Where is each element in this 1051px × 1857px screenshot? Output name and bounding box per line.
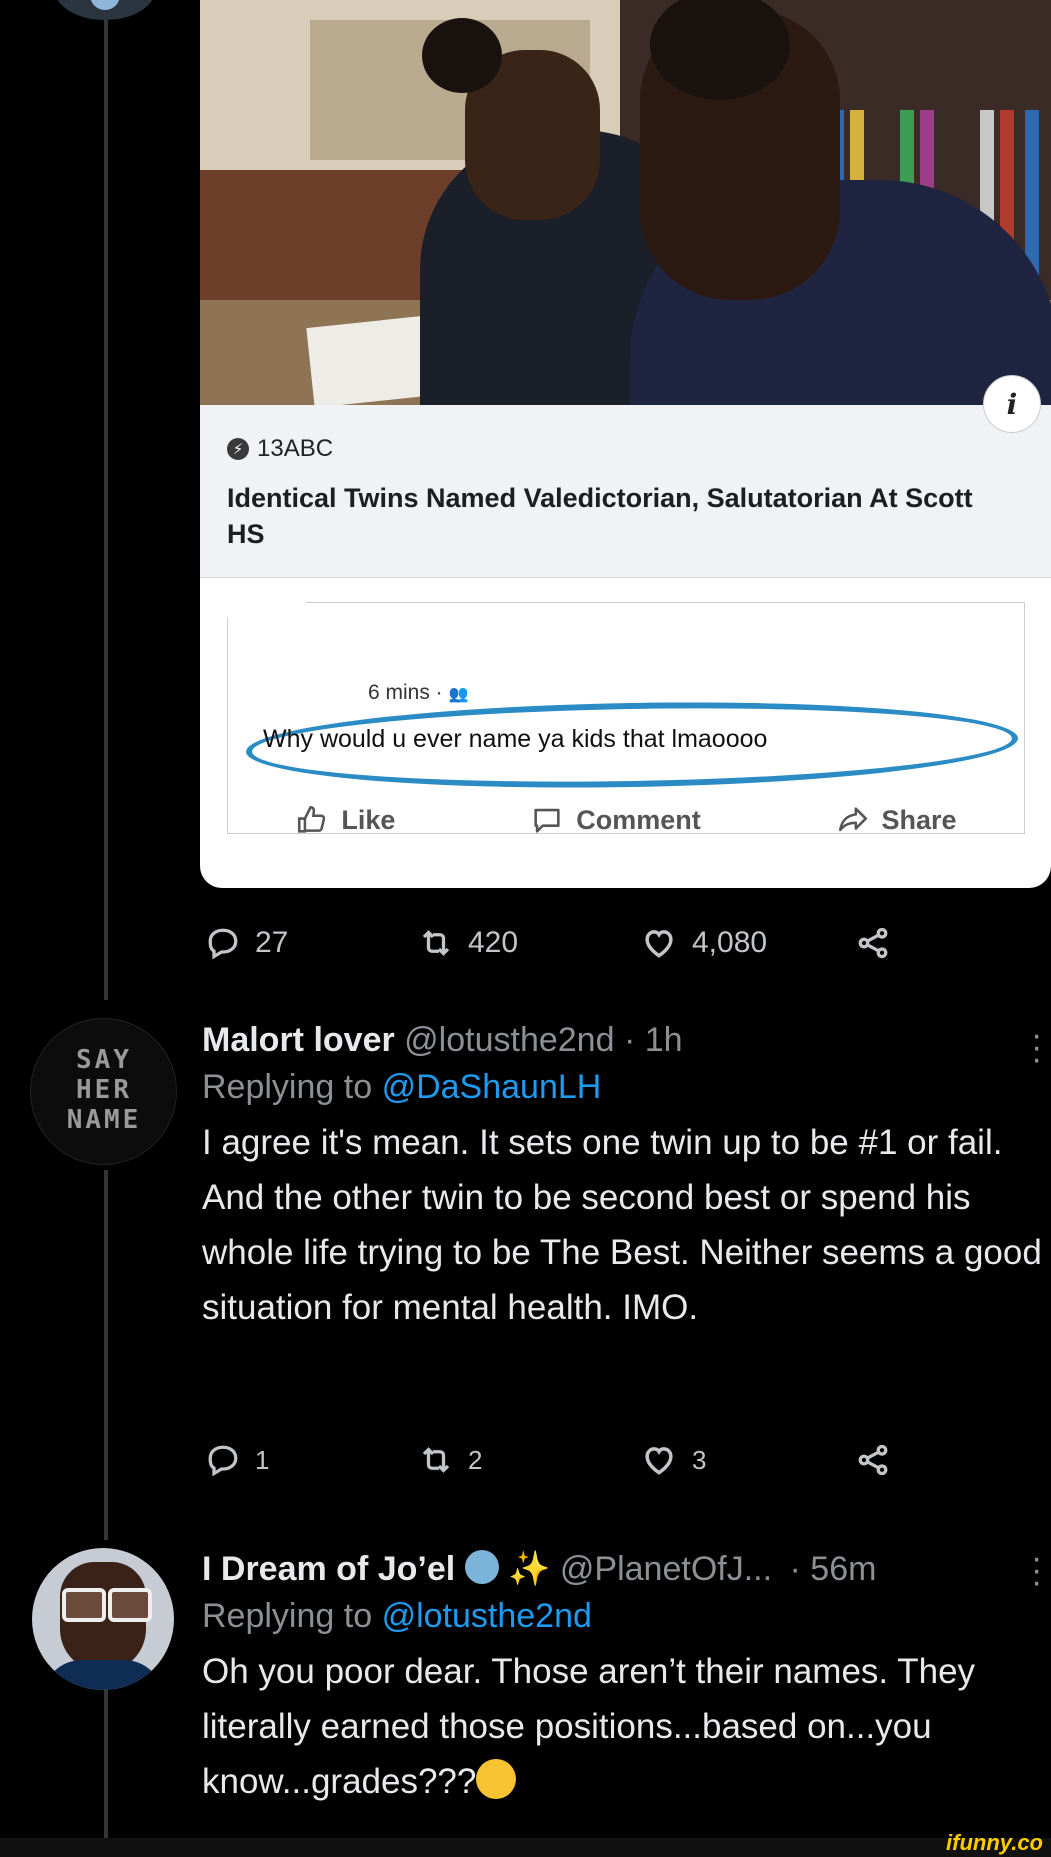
reply-icon — [208, 1445, 238, 1477]
friends-icon: 👥 — [448, 686, 469, 703]
heart-icon — [645, 930, 673, 958]
tweet-time[interactable]: · 1h — [624, 1021, 683, 1059]
embedded-screenshot-card[interactable]: i ⚡ 13ABC Identical Twins Named Valedict… — [200, 0, 1051, 888]
genie-emoji — [464, 1550, 499, 1584]
ifunny-watermark: ifunny.co — [946, 1830, 1043, 1855]
retweet-button[interactable]: 420 — [418, 925, 518, 961]
facebook-comment: 6 mins · 👥 Why would u ever name ya kids… — [226, 601, 1025, 837]
tweet-text-content: Oh you poor dear. Those aren’t their nam… — [202, 1652, 976, 1801]
share-button[interactable] — [855, 1442, 891, 1478]
original-tweet-actions: 27 420 4,080 — [200, 918, 920, 968]
share-button[interactable]: Share — [836, 803, 957, 837]
thread-line-middle — [104, 1170, 108, 1540]
user-handle[interactable]: @PlanetOfJ... — [560, 1550, 772, 1588]
lightning-icon: ⚡ — [227, 438, 249, 460]
share-icon — [858, 927, 888, 959]
news-source-label: 13ABC — [257, 435, 334, 462]
comment-text: Why would u ever name ya kids that lmaoo… — [263, 725, 768, 753]
replying-to: Replying to @DaShaunLH — [202, 1061, 1051, 1113]
reply-tweet[interactable]: I Dream of Jo’el ✨ @PlanetOfJ... · 56m ·… — [202, 1541, 1051, 1809]
user-handle[interactable]: @lotusthe2nd — [404, 1021, 614, 1059]
reply-count: 1 — [255, 1444, 270, 1475]
news-headline[interactable]: Identical Twins Named Valedictorian, Sal… — [227, 480, 1007, 552]
tweet-text: Oh you poor dear. Those aren’t their nam… — [202, 1644, 1051, 1809]
reply-icon — [208, 928, 238, 960]
reply-button[interactable]: 27 — [205, 925, 288, 961]
retweet-icon — [422, 930, 450, 956]
replying-to-link[interactable]: @DaShaunLH — [382, 1068, 602, 1106]
heart-icon — [645, 1447, 673, 1475]
news-meta[interactable]: ⚡ 13ABC Identical Twins Named Valedictor… — [200, 405, 1051, 578]
news-photo — [200, 0, 1051, 405]
news-source: ⚡ 13ABC — [227, 435, 333, 463]
comment-label: Comment — [576, 804, 701, 835]
retweet-count: 420 — [468, 926, 519, 959]
like-count: 3 — [692, 1444, 707, 1475]
like-button[interactable]: Like — [295, 803, 395, 837]
replying-prefix: Replying to — [202, 1597, 373, 1635]
replying-to-link[interactable]: @lotusthe2nd — [382, 1597, 592, 1635]
share-button[interactable] — [855, 925, 891, 961]
more-options-icon[interactable]: · · · — [1031, 1541, 1042, 1599]
like-button[interactable]: 4,080 — [640, 924, 767, 962]
share-label: Share — [881, 804, 957, 835]
reply-tweet[interactable]: Malort lover @lotusthe2nd · 1h · · · Reply… — [202, 1018, 1051, 1335]
replying-to: Replying to @lotusthe2nd — [202, 1590, 1051, 1642]
reply-count: 27 — [255, 926, 289, 959]
like-count: 4,080 — [692, 926, 768, 959]
thumbs-up-icon — [298, 805, 326, 833]
display-name[interactable]: I Dream of Jo’el — [202, 1550, 455, 1588]
retweet-count: 2 — [468, 1444, 483, 1475]
tweet-header: I Dream of Jo’el ✨ @PlanetOfJ... · 56m — [202, 1548, 1051, 1590]
comment-time: 6 mins · 👥 — [368, 681, 469, 704]
facebook-action-bar: Like Comment Share — [228, 803, 1024, 837]
comment-icon — [534, 808, 560, 833]
reply-button[interactable]: 1 — [205, 1442, 269, 1478]
like-label: Like — [341, 804, 396, 835]
more-options-icon[interactable]: · · · — [1031, 1018, 1042, 1076]
share-icon — [858, 1444, 888, 1476]
info-button[interactable]: i — [983, 375, 1041, 433]
woozy-face-emoji — [476, 1759, 517, 1799]
avatar-text: SAY HER NAME — [66, 1045, 142, 1135]
comment-button[interactable]: Comment — [530, 803, 701, 837]
avatar[interactable] — [32, 1548, 174, 1690]
like-button[interactable]: 3 — [640, 1441, 706, 1479]
original-tweet-avatar[interactable] — [55, 0, 155, 20]
tweet-time[interactable]: · 56m — [790, 1550, 877, 1588]
replying-prefix: Replying to — [202, 1068, 373, 1106]
tweet-header: Malort lover @lotusthe2nd · 1h — [202, 1019, 1051, 1061]
share-arrow-icon — [838, 807, 867, 832]
thread-line-top — [104, 0, 108, 1000]
display-name[interactable]: Malort lover — [202, 1021, 395, 1059]
retweet-button[interactable]: 2 — [418, 1442, 482, 1478]
retweet-icon — [422, 1447, 450, 1473]
tweet-text: I agree it's mean. It sets one twin up t… — [202, 1123, 1042, 1327]
reply1-actions: 1 2 3 — [200, 1435, 920, 1485]
sparkles-emoji: ✨ — [508, 1550, 551, 1588]
avatar[interactable]: SAY HER NAME — [30, 1018, 177, 1165]
bottom-bar — [0, 1838, 1051, 1857]
